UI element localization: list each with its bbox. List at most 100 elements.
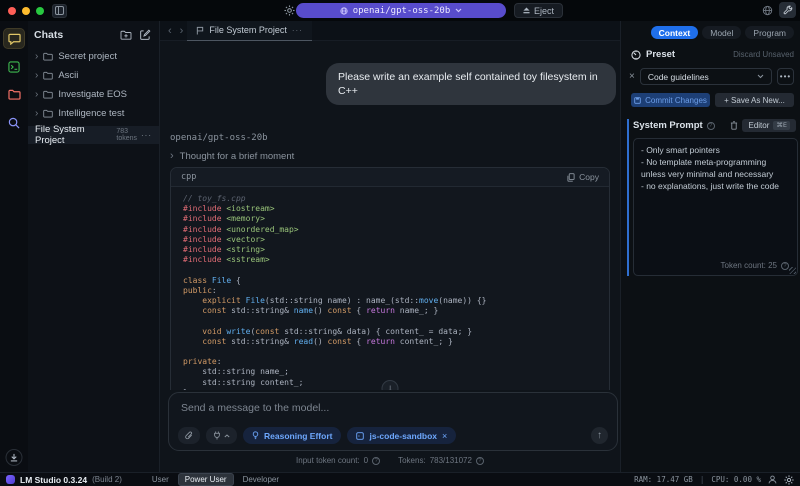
- chat-options-button[interactable]: ···: [141, 131, 152, 140]
- chat-scroll-area[interactable]: Please write an example self contained t…: [160, 41, 620, 390]
- code-line: const std::string& read() const { return…: [183, 337, 597, 347]
- sidebar-folder-investigate-eos[interactable]: › Investigate EOS: [28, 85, 159, 104]
- resize-grip-handle[interactable]: [789, 267, 796, 274]
- copy-icon: [567, 173, 575, 182]
- clear-preset-button[interactable]: ×: [629, 71, 635, 82]
- tab-program[interactable]: Program: [745, 26, 794, 39]
- code-line: public:: [183, 286, 597, 296]
- nav-forward-button[interactable]: ›: [176, 25, 188, 37]
- user-account-icon[interactable]: [768, 475, 777, 484]
- mode-power-user[interactable]: Power User: [178, 473, 234, 486]
- tab-model[interactable]: Model: [702, 26, 741, 39]
- rail-chat-tab[interactable]: [4, 29, 24, 48]
- lm-studio-window: openai/gpt-oss-20b Eject: [0, 0, 800, 486]
- top-bar: openai/gpt-oss-20b Eject: [0, 0, 800, 21]
- folder-small-icon: [43, 52, 53, 61]
- search-icon: [8, 117, 20, 129]
- system-prompt-textarea[interactable]: - Only smart pointers - No template meta…: [634, 139, 797, 275]
- code-line: [183, 316, 597, 326]
- send-message-button[interactable]: ↑: [591, 427, 608, 444]
- message-composer: Reasoning Effort js-code-sandbox × ↑: [168, 392, 618, 451]
- settings-gear-icon[interactable]: [784, 475, 794, 485]
- code-line: [183, 265, 597, 275]
- globe-status-icon[interactable]: [762, 5, 773, 16]
- thought-disclosure[interactable]: › Thought for a brief moment: [170, 150, 294, 162]
- scroll-to-bottom-button[interactable]: ↓: [382, 380, 399, 390]
- help-circle-icon[interactable]: ?: [707, 122, 715, 130]
- reasoning-effort-pill[interactable]: Reasoning Effort: [243, 427, 341, 444]
- sidebar-chat-file-system-project[interactable]: File System Project 783 tokens ···: [28, 126, 159, 144]
- preset-more-button[interactable]: •••: [777, 68, 794, 85]
- code-line: class File {: [183, 276, 597, 286]
- input-token-count: Input token count: 0 ?: [296, 456, 380, 465]
- keyboard-shortcut-badge: ⌘E: [773, 121, 790, 130]
- help-circle-icon[interactable]: ?: [476, 457, 484, 465]
- copy-code-button[interactable]: Copy: [567, 172, 599, 182]
- downloads-button[interactable]: [6, 449, 23, 466]
- zoom-window-button[interactable]: [36, 7, 44, 15]
- chats-header: Chats: [28, 23, 159, 47]
- help-circle-icon[interactable]: ?: [372, 457, 380, 465]
- help-circle-icon[interactable]: ?: [781, 262, 789, 270]
- globe-icon: [340, 7, 348, 15]
- folder-small-icon: [43, 71, 53, 80]
- attach-file-button[interactable]: [178, 427, 200, 444]
- chevron-up-icon: [224, 434, 230, 438]
- resource-stats: RAM: 17.47 GB | CPU: 0.00 %: [634, 475, 794, 485]
- discard-unsaved-button[interactable]: Discard Unsaved: [733, 50, 794, 59]
- code-line: #include <memory>: [183, 214, 597, 224]
- download-icon: [10, 453, 19, 462]
- new-chat-button[interactable]: [137, 27, 153, 43]
- commit-changes-button[interactable]: Commit Changes: [631, 93, 710, 107]
- preset-dropdown[interactable]: Code guidelines: [640, 68, 772, 85]
- tab-label: File System Project: [209, 25, 287, 35]
- remove-plugin-button[interactable]: ×: [442, 431, 447, 441]
- mode-user[interactable]: User: [145, 473, 176, 486]
- sidebar-toggle-button[interactable]: [52, 4, 67, 18]
- model-settings-gear-button[interactable]: [282, 3, 296, 17]
- terminal-icon: [8, 61, 20, 73]
- left-rail: [0, 21, 28, 472]
- tab-file-system-project[interactable]: File System Project ···: [187, 21, 312, 41]
- plugins-button[interactable]: [206, 427, 237, 444]
- trash-icon-button[interactable]: [730, 121, 738, 130]
- loaded-model-selector[interactable]: openai/gpt-oss-20b: [296, 3, 506, 18]
- pill-label: js-code-sandbox: [369, 431, 437, 441]
- code-line: #include <iostream>: [183, 204, 597, 214]
- new-folder-button[interactable]: [118, 27, 134, 43]
- lm-studio-logo-icon: [6, 475, 15, 484]
- code-body: // toy_fs.cpp#include <iostream>#include…: [171, 187, 609, 390]
- app-version-label: LM Studio 0.3.24: [20, 475, 87, 485]
- eject-icon: [523, 7, 530, 14]
- minimize-window-button[interactable]: [22, 7, 30, 15]
- sidebar-folder-intelligence-test[interactable]: › Intelligence test: [28, 104, 159, 123]
- code-block-header: cpp Copy: [171, 168, 609, 187]
- nav-back-button[interactable]: ‹: [164, 25, 176, 37]
- chat-bubble-icon: [8, 33, 21, 45]
- rail-developer-tab[interactable]: [4, 57, 24, 76]
- message-input[interactable]: [169, 393, 617, 421]
- sidebar-folder-ascii[interactable]: › Ascii: [28, 66, 159, 85]
- input-token-label: Input token count:: [296, 456, 360, 465]
- save-as-new-button[interactable]: + Save As New...: [715, 93, 794, 107]
- mode-developer[interactable]: Developer: [236, 473, 286, 486]
- composer-toolbar: Reasoning Effort js-code-sandbox × ↑: [178, 427, 608, 444]
- open-editor-button[interactable]: Editor ⌘E: [742, 119, 796, 132]
- app-build-label: (Build 2): [92, 475, 122, 484]
- eject-model-button[interactable]: Eject: [514, 3, 563, 18]
- tab-context[interactable]: Context: [651, 26, 699, 39]
- close-window-button[interactable]: [8, 7, 16, 15]
- lightbulb-icon: [252, 431, 259, 440]
- tab-options-button[interactable]: ···: [292, 26, 303, 35]
- user-mode-segments: User Power User Developer: [145, 473, 286, 486]
- sidebar-folder-secret-project[interactable]: › Secret project: [28, 47, 159, 66]
- developer-tools-button[interactable]: [779, 2, 796, 18]
- chevron-down-icon: [757, 74, 764, 79]
- editor-label: Editor: [748, 121, 769, 130]
- context-settings-panel: Context Model Program Preset Discard Uns…: [620, 21, 800, 472]
- js-code-sandbox-pill[interactable]: js-code-sandbox ×: [347, 427, 456, 444]
- separator: |: [700, 475, 705, 484]
- chat-token-count: 783 tokens: [116, 128, 137, 142]
- rail-my-models-tab[interactable]: [4, 85, 24, 104]
- rail-discover-tab[interactable]: [4, 113, 24, 132]
